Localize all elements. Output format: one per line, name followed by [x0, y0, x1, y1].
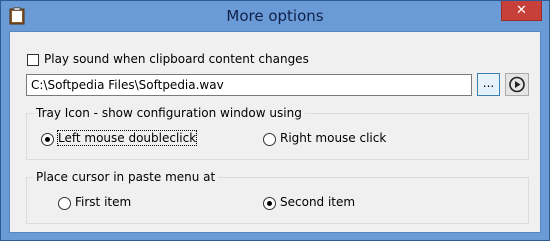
- play-sound-label[interactable]: Play sound when clipboard content change…: [44, 52, 309, 66]
- radio-right-click[interactable]: [263, 133, 276, 146]
- play-icon: [509, 76, 525, 93]
- second-item-label[interactable]: Second item: [280, 195, 355, 209]
- play-sound-button[interactable]: [505, 73, 529, 96]
- close-button[interactable]: ✕: [501, 1, 542, 21]
- browse-button[interactable]: ...: [477, 73, 500, 96]
- radio-selected-dot: [45, 137, 50, 142]
- radio-second-item[interactable]: [263, 197, 276, 210]
- first-item-label[interactable]: First item: [75, 195, 131, 209]
- window-title: More options: [226, 7, 324, 25]
- right-click-label[interactable]: Right mouse click: [280, 131, 386, 145]
- tray-icon-group: Tray Icon - show configuration window us…: [26, 106, 529, 160]
- sound-file-path-input[interactable]: [26, 74, 472, 96]
- radio-left-doubleclick[interactable]: [41, 133, 54, 146]
- left-doubleclick-label[interactable]: Left mouse doubleclick: [56, 130, 198, 146]
- tray-icon-legend: Tray Icon - show configuration window us…: [33, 106, 305, 120]
- title-bar[interactable]: More options ✕: [1, 1, 549, 31]
- paste-cursor-legend: Place cursor in paste menu at: [33, 170, 219, 184]
- dialog-body: Play sound when clipboard content change…: [9, 31, 541, 233]
- radio-selected-dot: [267, 201, 272, 206]
- radio-first-item[interactable]: [58, 197, 71, 210]
- play-sound-checkbox[interactable]: [27, 54, 39, 66]
- more-options-window: More options ✕ Play sound when clipboard…: [0, 0, 550, 241]
- paste-cursor-group: Place cursor in paste menu at First item…: [26, 170, 529, 224]
